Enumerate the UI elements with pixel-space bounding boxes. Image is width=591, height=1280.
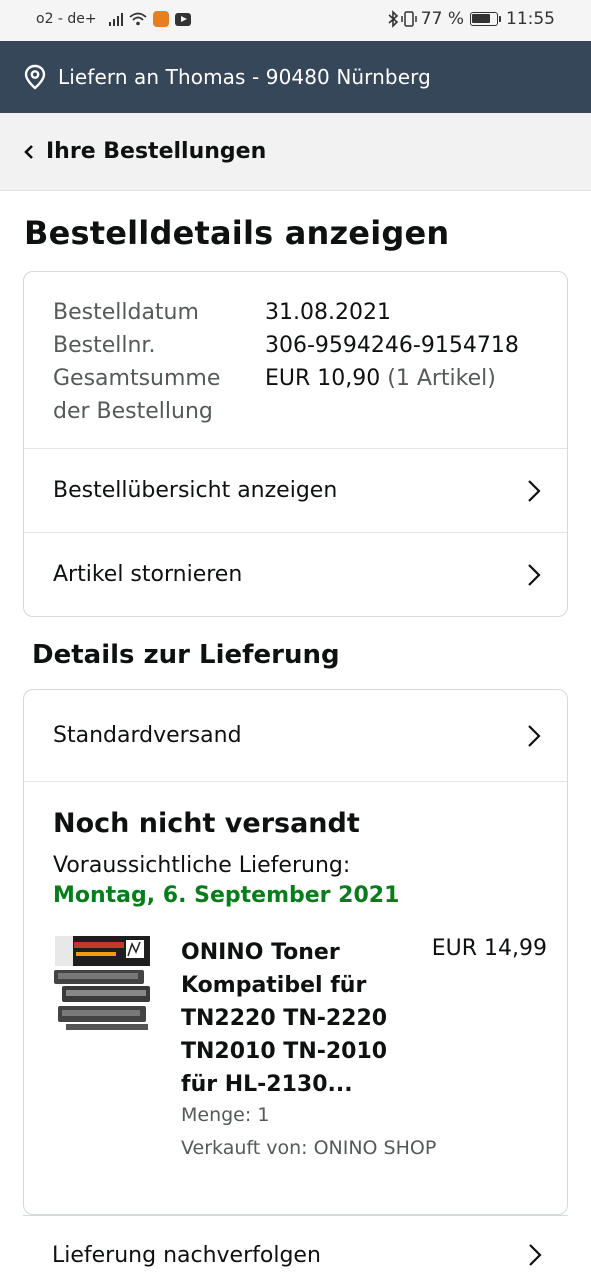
youtube-app-icon xyxy=(174,12,191,26)
bluetooth-icon xyxy=(388,10,398,28)
order-info-grid: Bestelldatum 31.08.2021 Bestellnr. 306-9… xyxy=(53,296,519,428)
order-total-label-line2: der Bestellung xyxy=(53,399,213,424)
cancel-items-link[interactable]: Artikel stornieren xyxy=(24,532,567,616)
delivery-section-title: Details zur Lieferung xyxy=(32,640,340,670)
order-date-value: 31.08.2021 xyxy=(265,300,391,325)
order-total-amount: EUR 10,90 xyxy=(265,366,381,391)
battery-icon xyxy=(470,12,501,26)
order-total-value: EUR 10,90 (1 Artikel) xyxy=(265,362,496,428)
carrier-label: o2 - de+ xyxy=(36,11,97,27)
order-item-count: (1 Artikel) xyxy=(387,366,496,391)
location-pin-icon xyxy=(24,64,46,90)
chevron-right-icon xyxy=(528,724,541,747)
product-seller: Verkauft von: ONINO SHOP xyxy=(181,1137,437,1159)
delivery-address-bar[interactable]: Liefern an Thomas - 90480 Nürnberg xyxy=(0,41,591,113)
order-number-row: Bestellnr. 306-9594246-9154718 xyxy=(53,329,519,362)
order-total-label: Gesamtsumme der Bestellung xyxy=(53,362,265,428)
chevron-left-icon xyxy=(24,144,33,159)
page-title: Bestelldetails anzeigen xyxy=(24,214,450,252)
product-title-line: TN2220 TN-2220 xyxy=(181,1006,388,1031)
signal-icon xyxy=(108,12,125,26)
product-title-line: Kompatibel für xyxy=(181,973,367,998)
burger-king-app-icon xyxy=(152,11,169,27)
delivery-card: Standardversand Noch nicht versandt Vora… xyxy=(23,689,568,1215)
product-price: EUR 14,99 xyxy=(431,936,547,961)
order-summary-label: Bestellübersicht anzeigen xyxy=(53,478,338,503)
back-nav-label: Ihre Bestellungen xyxy=(46,139,267,164)
cancel-items-label: Artikel stornieren xyxy=(53,562,243,587)
shipping-method-link[interactable]: Standardversand xyxy=(24,690,567,781)
product-title[interactable]: ONINO Toner Kompatibel für TN2220 TN-222… xyxy=(181,936,401,1101)
order-summary-link[interactable]: Bestellübersicht anzeigen xyxy=(24,448,567,532)
order-info-card: Bestelldatum 31.08.2021 Bestellnr. 306-9… xyxy=(23,271,568,617)
shipping-method-label: Standardversand xyxy=(53,723,242,748)
product-title-line: TN2010 TN-2010 xyxy=(181,1039,388,1064)
product-quantity: Menge: 1 xyxy=(181,1104,270,1126)
product-title-line: für HL-2130... xyxy=(181,1072,353,1097)
track-delivery-link[interactable]: Lieferung nachverfolgen xyxy=(23,1215,568,1280)
battery-percent: 77 % xyxy=(420,9,464,29)
order-total-row: Gesamtsumme der Bestellung EUR 10,90 (1 … xyxy=(53,362,519,428)
chevron-right-icon xyxy=(529,1244,542,1266)
divider xyxy=(24,781,567,782)
clock-time: 11:55 xyxy=(506,9,555,29)
order-date-row: Bestelldatum 31.08.2021 xyxy=(53,296,519,329)
order-date-label: Bestelldatum xyxy=(53,300,199,325)
track-delivery-label: Lieferung nachverfolgen xyxy=(52,1243,321,1268)
eta-date: Montag, 6. September 2021 xyxy=(53,883,400,908)
order-number-value: 306-9594246-9154718 xyxy=(265,333,519,358)
chevron-right-icon xyxy=(528,563,541,586)
order-number-label: Bestellnr. xyxy=(53,333,156,358)
product-image[interactable] xyxy=(52,932,157,1037)
status-bar: o2 - de+ 77 % 11:55 xyxy=(0,0,591,41)
product-title-line: ONINO Toner xyxy=(181,940,340,965)
vibrate-icon xyxy=(401,11,417,27)
wifi-icon xyxy=(129,12,147,26)
shipment-status-title: Noch nicht versandt xyxy=(53,808,360,839)
back-to-orders[interactable]: Ihre Bestellungen xyxy=(0,113,591,191)
order-total-label-line1: Gesamtsumme xyxy=(53,366,221,391)
delivery-address-text: Liefern an Thomas - 90480 Nürnberg xyxy=(58,65,431,89)
chevron-right-icon xyxy=(528,479,541,502)
eta-label: Voraussichtliche Lieferung: xyxy=(53,853,351,878)
